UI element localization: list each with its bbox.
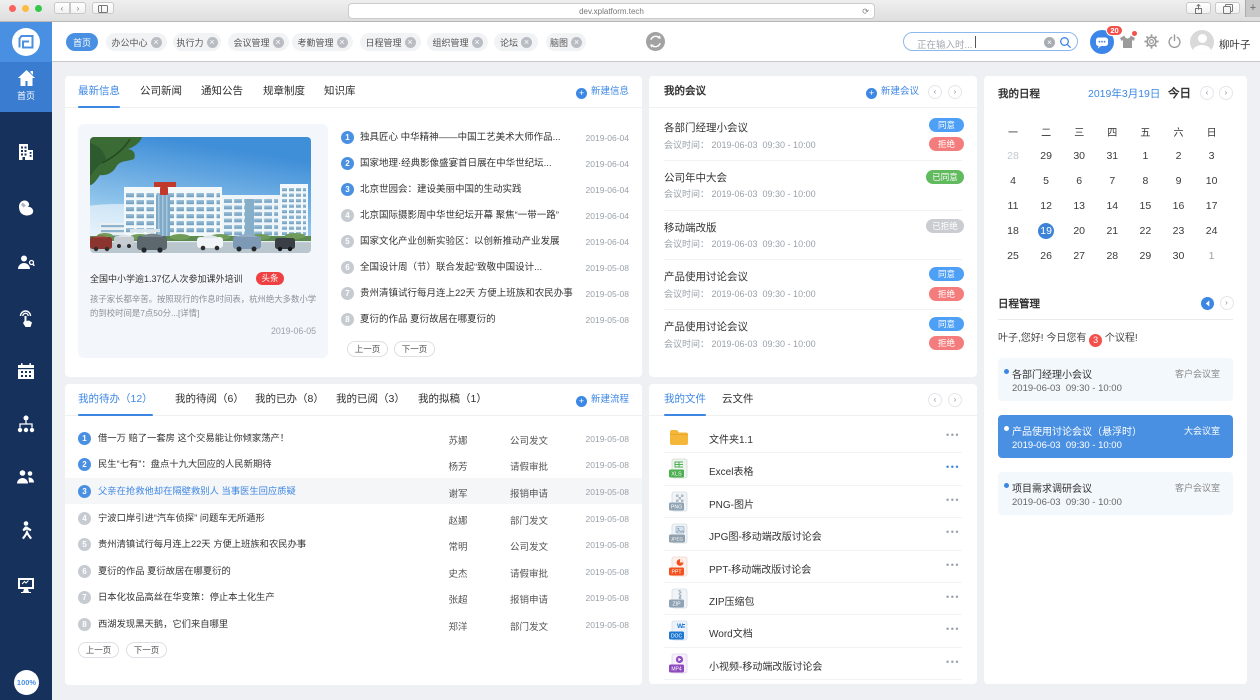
svg-text:PNG: PNG (671, 504, 682, 510)
svg-text:XLS: XLS (671, 472, 682, 478)
svg-text:DOC: DOC (671, 634, 683, 640)
svg-text:PPT: PPT (671, 569, 682, 575)
svg-text:MP4: MP4 (671, 666, 682, 672)
svg-text:JPEG: JPEG (671, 537, 684, 543)
svg-text:ZIP: ZIP (672, 602, 681, 608)
